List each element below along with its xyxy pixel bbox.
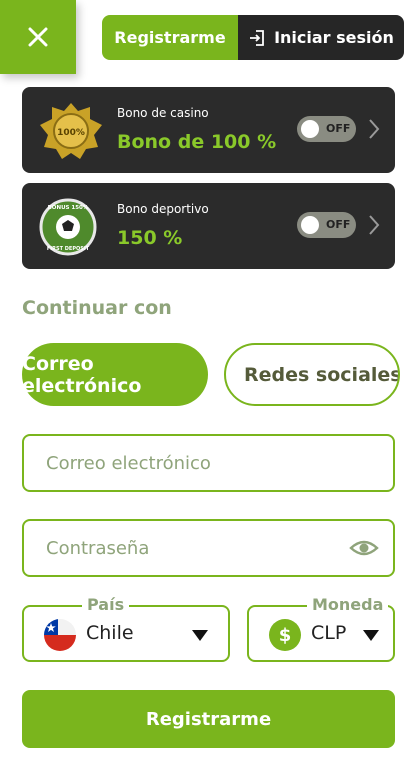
currency-select[interactable]: Moneda $ CLP [247, 595, 395, 662]
login-icon [250, 29, 264, 46]
casino-bonus-title: Bono de casino [117, 106, 209, 120]
tab-login-label: Iniciar sesión [274, 28, 394, 47]
password-field[interactable]: Contraseña [22, 519, 395, 577]
svg-text:BONUS 150%: BONUS 150% [48, 205, 89, 211]
sports-bonus-title: Bono deportivo [117, 202, 209, 216]
tab-login[interactable]: Iniciar sesión [238, 15, 404, 60]
auth-tabs: Registrarme Iniciar sesión [102, 15, 404, 60]
dropdown-arrow-icon [192, 630, 208, 641]
toggle-knob [301, 120, 319, 138]
eye-icon[interactable] [349, 537, 379, 559]
continue-with-label: Continuar con [22, 297, 172, 319]
social-option-button[interactable]: Redes sociales [224, 343, 400, 406]
dropdown-arrow-icon [363, 630, 379, 641]
email-field[interactable]: Correo electrónico [22, 434, 395, 492]
chevron-right-icon[interactable] [367, 117, 381, 141]
tab-register[interactable]: Registrarme [102, 15, 238, 60]
close-button[interactable] [0, 0, 76, 74]
country-select[interactable]: País Chile [22, 595, 230, 662]
close-icon [28, 27, 48, 47]
toggle-knob [301, 216, 319, 234]
email-option-button[interactable]: Correo electrónico [22, 343, 208, 406]
casino-bonus-value: Bono de 100 % [117, 131, 277, 153]
svg-text:FIRST DEPOSIT: FIRST DEPOSIT [47, 246, 90, 252]
country-value: Chile [86, 622, 134, 644]
sports-bonus-card[interactable]: BONUS 150% FIRST DEPOSIT Bono deportivo … [22, 183, 395, 269]
chile-flag-icon [44, 619, 76, 651]
register-button[interactable]: Registrarme [22, 690, 395, 748]
svg-text:100%: 100% [57, 128, 85, 138]
dollar-icon: $ [269, 619, 301, 651]
chevron-right-icon[interactable] [367, 213, 381, 237]
password-placeholder: Contraseña [46, 537, 150, 559]
casino-bonus-card[interactable]: 100% Bono de casino Bono de 100 % OFF [22, 87, 395, 173]
email-placeholder: Correo electrónico [46, 452, 211, 474]
currency-value: CLP [311, 622, 347, 644]
casino-bonus-toggle[interactable]: OFF [297, 116, 356, 142]
sports-bonus-value: 150 % [117, 227, 183, 249]
sports-bonus-toggle[interactable]: OFF [297, 212, 356, 238]
toggle-label: OFF [326, 122, 351, 135]
casino-badge-icon: 100% [40, 103, 102, 159]
country-label: País [82, 595, 130, 614]
currency-label: Moneda [307, 595, 389, 614]
toggle-label: OFF [326, 218, 351, 231]
sports-badge-icon: BONUS 150% FIRST DEPOSIT [39, 198, 97, 256]
